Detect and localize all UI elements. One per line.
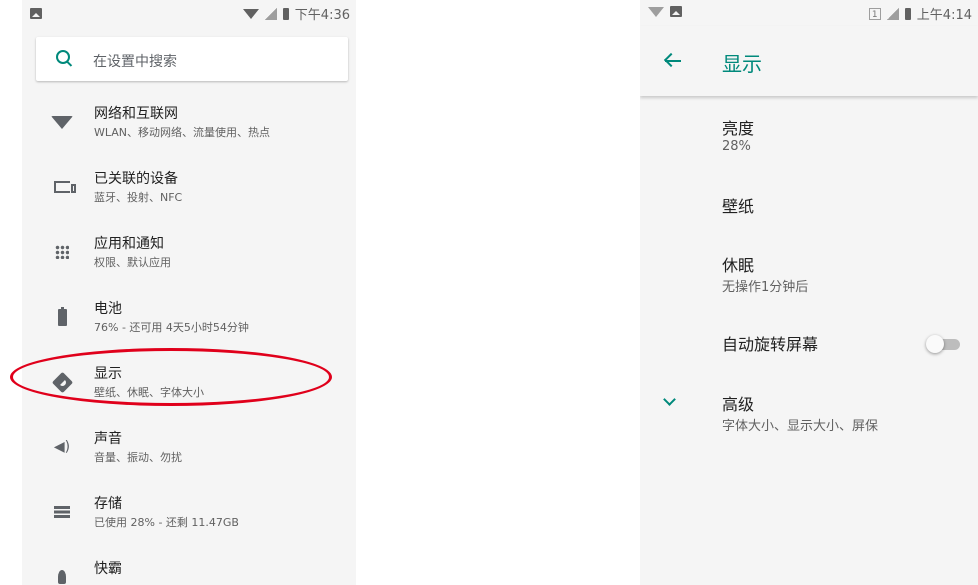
wifi-icon [51,111,73,133]
setting-brightness[interactable]: 亮度 28% [640,115,978,163]
settings-item-title: 应用和通知 [94,236,164,252]
connected-devices-icon [51,176,76,198]
settings-item-kuaiba[interactable]: 快霸 [22,545,356,585]
settings-item-apps[interactable]: 应用和通知 权限、默认应用 [22,220,356,284]
battery-status-icon [282,7,289,20]
settings-item-display[interactable]: 显示 壁纸、休眠、字体大小 [22,350,356,414]
setting-wallpaper[interactable]: 壁纸 [640,193,978,223]
settings-item-subtitle: 权限、默认应用 [94,256,171,269]
settings-item-title: 电池 [94,301,122,317]
toggle-thumb [926,335,944,353]
no-signal-icon [886,7,899,20]
settings-item-title: 声音 [94,431,122,447]
status-bar: 下午4:36 [22,0,356,26]
battery-charging-icon [904,7,911,20]
setting-title: 亮度 [722,119,755,138]
setting-title: 休眠 [722,256,755,275]
setting-summary: 28% [722,139,751,154]
auto-rotate-toggle[interactable] [926,335,962,353]
settings-item-subtitle: 76% - 还可用 4天5小时54分钟 [94,321,249,334]
image-notification-icon [30,8,42,19]
display-settings-screen: 1 上午4:14 显示 亮度 28% 壁纸 休眠 无操作1分钟后 自动旋转屏幕 … [640,0,978,585]
back-arrow-icon[interactable] [663,52,681,70]
settings-item-title: 已关联的设备 [94,171,178,187]
sim-slot-badge: 1 [868,7,881,20]
setting-title: 壁纸 [722,197,755,216]
status-time: 上午4:14 [916,8,972,23]
search-icon [56,50,70,64]
settings-item-title: 网络和互联网 [94,106,178,122]
settings-item-subtitle: 蓝牙、投射、NFC [94,191,183,204]
chevron-down-icon [663,393,676,406]
no-signal-icon [264,7,277,20]
settings-item-title: 存储 [94,496,122,512]
settings-item-title: 快霸 [94,561,122,577]
app-bar: 显示 [640,26,978,96]
settings-item-subtitle: 壁纸、休眠、字体大小 [94,386,204,399]
setting-auto-rotate[interactable]: 自动旋转屏幕 [640,331,978,361]
status-time: 下午4:36 [294,8,350,23]
battery-icon [51,306,73,328]
setting-summary: 无操作1分钟后 [722,280,809,295]
wifi-question-icon [648,6,664,17]
setting-advanced[interactable]: 高级 字体大小、显示大小、屏保 [640,391,978,439]
settings-item-sound[interactable]: ◀) 声音 音量、振动、勿扰 [22,415,356,479]
apps-grid-icon [51,241,73,263]
rocket-icon [51,566,73,585]
settings-item-subtitle: 音量、振动、勿扰 [94,451,182,464]
wifi-status-icon [242,8,259,19]
search-placeholder: 在设置中搜索 [93,54,177,70]
settings-item-subtitle: WLAN、移动网络、流量使用、热点 [94,126,271,139]
settings-main-screen: 下午4:36 在设置中搜索 网络和互联网 WLAN、移动网络、流量使用、热点 已… [22,0,356,585]
settings-item-battery[interactable]: 电池 76% - 还可用 4天5小时54分钟 [22,285,356,349]
image-notification-icon [670,6,682,17]
settings-item-storage[interactable]: 存储 已使用 28% - 还剩 11.47GB [22,480,356,544]
setting-title: 高级 [722,395,755,414]
setting-summary: 字体大小、显示大小、屏保 [722,419,879,434]
status-bar: 1 上午4:14 [640,0,978,26]
settings-item-connected-devices[interactable]: 已关联的设备 蓝牙、投射、NFC [22,155,356,219]
storage-icon [51,501,73,523]
settings-item-title: 显示 [94,366,122,382]
brightness-icon [51,371,73,393]
settings-item-subtitle: 已使用 28% - 还剩 11.47GB [94,516,239,529]
setting-title: 自动旋转屏幕 [722,335,819,354]
settings-search-bar[interactable]: 在设置中搜索 [36,37,348,81]
setting-sleep[interactable]: 休眠 无操作1分钟后 [640,252,978,300]
settings-item-network[interactable]: 网络和互联网 WLAN、移动网络、流量使用、热点 [22,90,356,154]
page-title: 显示 [722,52,762,76]
volume-icon: ◀) [53,439,71,455]
